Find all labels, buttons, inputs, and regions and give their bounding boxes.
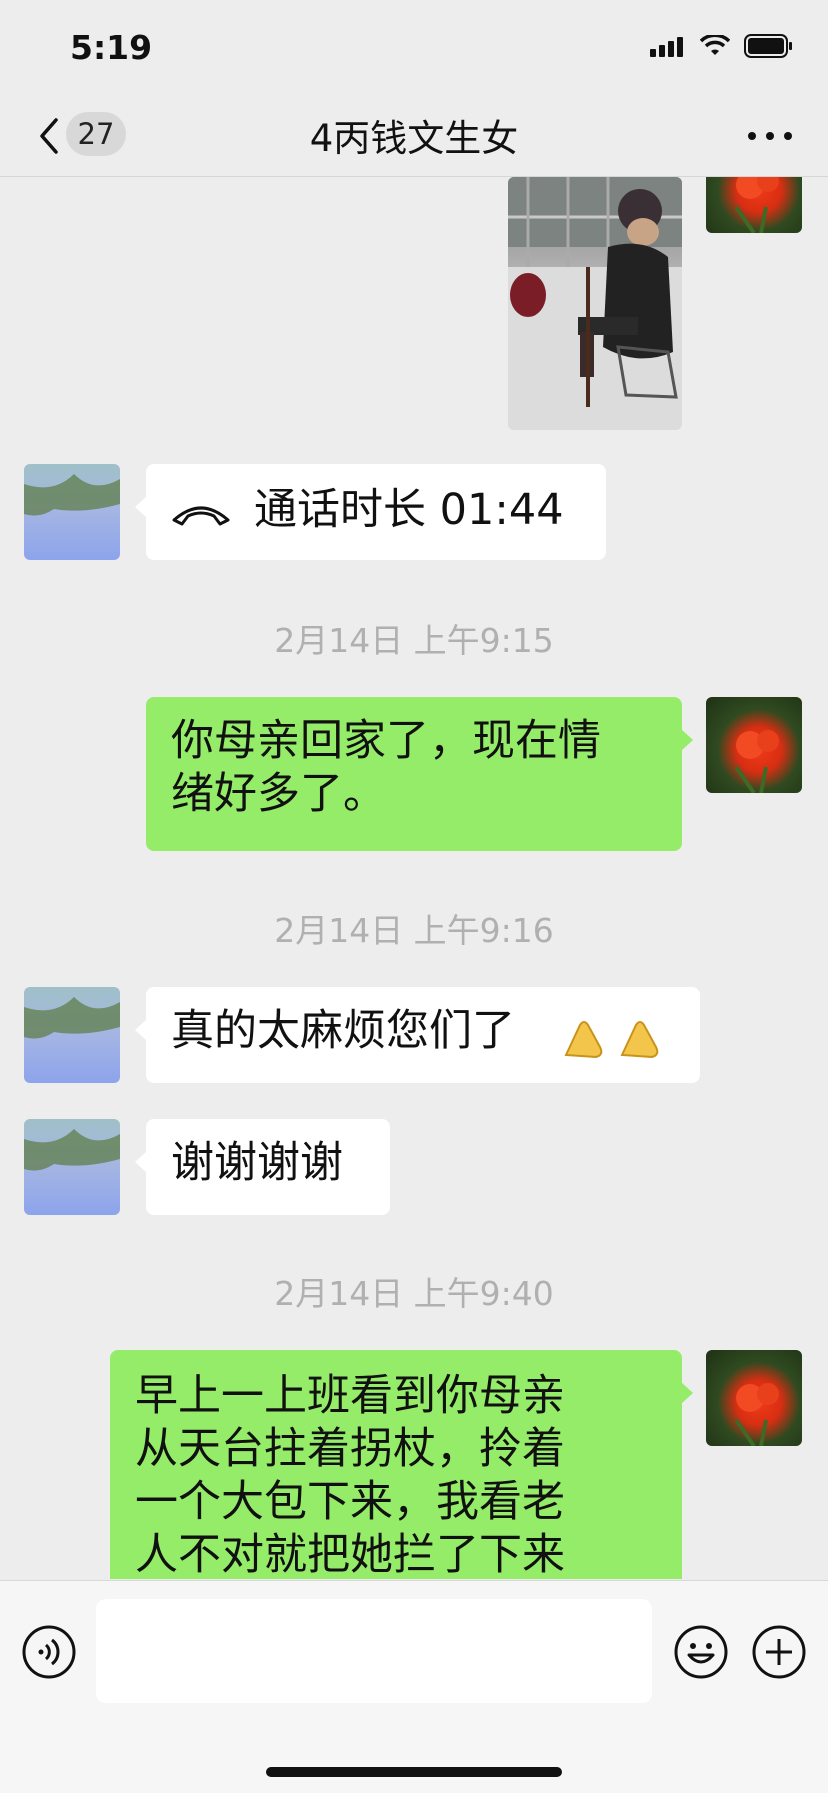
chat-title: 4丙钱文生女: [309, 117, 519, 160]
chat-area[interactable]: 通话时长 01:44 2月14日 上午9:15 你母亲回家了，现在情 绪好多了。…: [0, 177, 828, 1579]
message-text: 真的太麻烦您们了: [171, 1006, 515, 1056]
emoji-icon[interactable]: [674, 1625, 728, 1679]
voice-icon[interactable]: [22, 1625, 76, 1679]
message-line: 你母亲回家了，现在情: [171, 716, 601, 766]
message-line: 绪好多了。: [171, 769, 386, 819]
photo-message[interactable]: [508, 177, 682, 430]
input-bar: [0, 1580, 828, 1793]
my-avatar[interactable]: [706, 177, 802, 233]
friend-message-bubble[interactable]: 谢谢谢谢: [135, 1119, 390, 1215]
more-icon[interactable]: [746, 128, 794, 144]
message-line: 一个大包下来，我看老: [135, 1477, 565, 1527]
friend-avatar[interactable]: [24, 987, 120, 1083]
call-record-bubble[interactable]: 通话时长 01:44: [135, 464, 606, 560]
home-indicator[interactable]: [266, 1767, 562, 1777]
message-line: 早上一上班看到你母亲: [135, 1371, 565, 1421]
message-line: 从天台拄着拐杖，拎着: [135, 1424, 565, 1474]
status-icons: [650, 34, 794, 58]
call-duration: 通话时长 01:44: [254, 485, 564, 535]
wifi-icon: [700, 35, 730, 55]
timestamp: 2月14日 上午9:15: [274, 621, 554, 660]
friend-avatar[interactable]: [24, 1119, 120, 1215]
status-bar: 5:19: [0, 0, 828, 100]
timestamp: 2月14日 上午9:16: [274, 911, 554, 950]
my-message-bubble[interactable]: 你母亲回家了，现在情 绪好多了。: [146, 697, 693, 851]
battery-icon: [744, 34, 792, 58]
message-text: 谢谢谢谢: [171, 1138, 343, 1188]
my-avatar[interactable]: [706, 1350, 802, 1446]
signal-icon: [650, 37, 683, 57]
call-icon: [172, 506, 230, 526]
friend-message-bubble[interactable]: 真的太麻烦您们了: [135, 987, 700, 1083]
friend-avatar[interactable]: [24, 464, 120, 560]
message-line: 人不对就把她拦了下来: [135, 1530, 565, 1579]
status-time: 5:19: [70, 28, 153, 67]
my-avatar[interactable]: [706, 697, 802, 793]
message-input[interactable]: [96, 1599, 652, 1703]
timestamp: 2月14日 上午9:40: [274, 1274, 554, 1313]
wave-hands-emoji: [564, 1021, 659, 1059]
my-message-bubble[interactable]: 早上一上班看到你母亲 从天台拄着拐杖，拎着 一个大包下来，我看老 人不对就把她拦…: [110, 1350, 693, 1579]
plus-icon[interactable]: [752, 1625, 806, 1679]
nav-bar: 27 4丙钱文生女: [0, 100, 828, 177]
